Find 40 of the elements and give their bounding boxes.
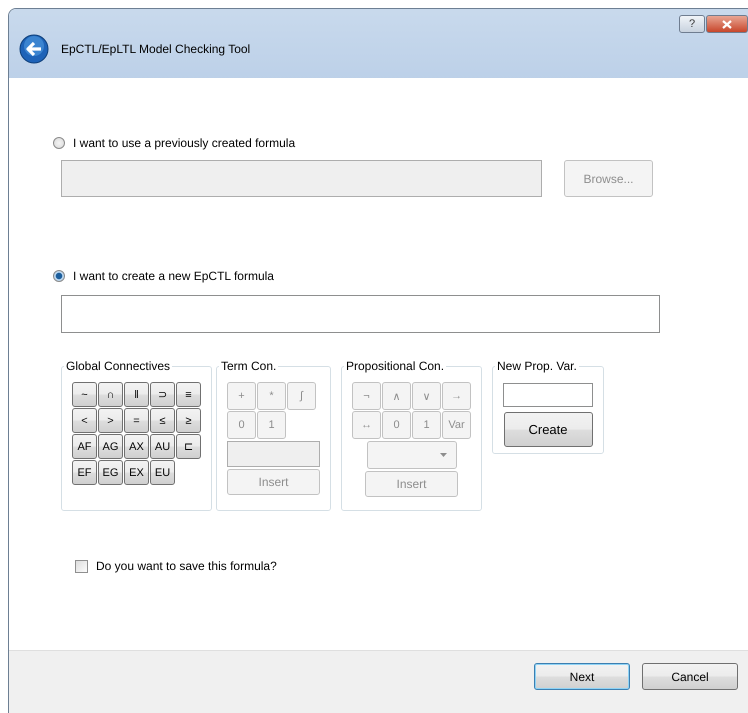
checkbox-label: Do you want to save this formula?: [96, 559, 277, 573]
radio-button[interactable]: [53, 270, 65, 282]
radio-label: I want to create a new EpCTL formula: [73, 269, 274, 283]
symbol-key[interactable]: EG: [98, 460, 123, 485]
formula-input-field[interactable]: [61, 295, 660, 333]
symbol-key[interactable]: ≥: [176, 408, 201, 433]
symbol-key[interactable]: AG: [98, 434, 123, 459]
symbol-key[interactable]: EU: [150, 460, 175, 485]
symbol-key[interactable]: AX: [124, 434, 149, 459]
symbol-key[interactable]: EX: [124, 460, 149, 485]
next-button[interactable]: Next: [534, 663, 630, 690]
cancel-button[interactable]: Cancel: [642, 663, 738, 690]
symbol-key[interactable]: ⊃: [150, 382, 175, 407]
checkbox[interactable]: [75, 560, 88, 572]
symbol-key[interactable]: ≡: [176, 382, 201, 407]
window-title: EpCTL/EpLTL Model Checking Tool: [61, 42, 250, 56]
symbol-key[interactable]: AF: [72, 434, 97, 459]
symbol-key[interactable]: AU: [150, 434, 175, 459]
symbol-key[interactable]: EF: [72, 460, 97, 485]
group-title: Term Con.: [220, 359, 278, 373]
help-button[interactable]: ?: [679, 15, 705, 33]
symbol-key[interactable]: ≤: [150, 408, 175, 433]
symbol-key[interactable]: <: [72, 408, 97, 433]
close-button[interactable]: [706, 15, 748, 33]
symbol-key[interactable]: ~: [72, 382, 97, 407]
symbol-key[interactable]: ‖: [124, 382, 149, 407]
symbol-key[interactable]: ⊏: [176, 434, 201, 459]
symbol-key[interactable]: >: [98, 408, 123, 433]
text-field[interactable]: [503, 383, 593, 407]
create-button[interactable]: Create: [504, 412, 592, 447]
text-field[interactable]: [227, 441, 320, 467]
radio-label: I want to use a previously created formula: [73, 136, 296, 150]
dropdown-arrow-icon: [440, 453, 446, 457]
group-title: Global Connectives: [65, 359, 172, 373]
symbol-key[interactable]: =: [124, 408, 149, 433]
close-icon: [722, 20, 732, 28]
group-title: Propositional Con.: [345, 359, 446, 373]
symbol-key[interactable]: ∩: [98, 382, 123, 407]
group-title: New Prop. Var.: [496, 359, 578, 373]
dropdown[interactable]: [366, 441, 456, 469]
